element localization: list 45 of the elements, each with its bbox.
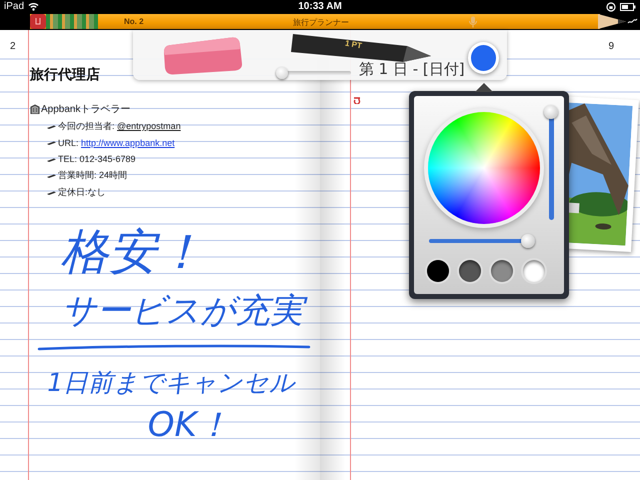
detail-text: 定休日:なし — [58, 186, 106, 199]
ferrule-icon — [46, 14, 98, 29]
pencil-bullet-icon — [47, 156, 56, 162]
pen-size-label: 1 PT — [344, 38, 363, 50]
color-swatch[interactable] — [427, 260, 449, 282]
handwritten-note: OK！ — [146, 406, 232, 445]
handwritten-note: サービスが充実 — [60, 292, 310, 331]
detail-text: 営業時間: 24時間 — [58, 169, 128, 182]
pencil-icon[interactable] — [290, 32, 433, 64]
microphone-icon — [468, 16, 478, 28]
hook-icon — [353, 96, 361, 104]
page-number: 2 — [10, 41, 17, 52]
detail-text: 今回の担当者: @entrypostman — [58, 120, 181, 133]
pencil-brand: No. 2 — [124, 17, 144, 26]
color-wheel[interactable] — [428, 112, 540, 224]
slider-thumb[interactable] — [520, 234, 535, 248]
color-button[interactable] — [468, 42, 500, 74]
handwritten-note: 1日前までキャンセル — [46, 368, 297, 398]
color-swatch[interactable] — [523, 260, 545, 282]
color-swatch[interactable] — [459, 260, 481, 282]
pencil-bullet-icon — [47, 173, 56, 178]
page-heading: 旅行代理店 — [30, 66, 100, 84]
detail-text: TEL: 012-345-6789 — [58, 154, 136, 164]
pencil-bullet-icon — [47, 190, 56, 195]
slider-thumb[interactable] — [544, 105, 558, 119]
carrier-name: iPad — [4, 1, 24, 12]
handle-link[interactable]: @entrypostman — [117, 120, 181, 131]
building-icon — [30, 104, 41, 114]
pencil-bullet-icon — [47, 124, 56, 129]
color-swatch[interactable] — [491, 260, 513, 282]
app-title: 旅行プランナー — [293, 17, 349, 28]
date-title: 第 1 日 - [日付] — [358, 60, 465, 78]
eraser-cap-icon — [30, 14, 46, 29]
clock-time: 10:33 AM — [298, 1, 342, 12]
slider-thumb[interactable] — [276, 66, 288, 78]
battery-icon — [620, 2, 636, 10]
wifi-icon — [28, 2, 40, 11]
rotation-lock-icon — [606, 2, 616, 12]
url-link[interactable]: http://www.appbank.net — [81, 138, 175, 148]
handwritten-note: 格安！ — [59, 224, 206, 280]
company-name: Appbankトラベラー — [41, 103, 130, 116]
page-number: 9 — [608, 41, 614, 52]
eraser-icon[interactable] — [163, 35, 243, 75]
detail-text: URL: http://www.appbank.net — [58, 138, 175, 148]
pencil-bullet-icon — [47, 140, 56, 146]
